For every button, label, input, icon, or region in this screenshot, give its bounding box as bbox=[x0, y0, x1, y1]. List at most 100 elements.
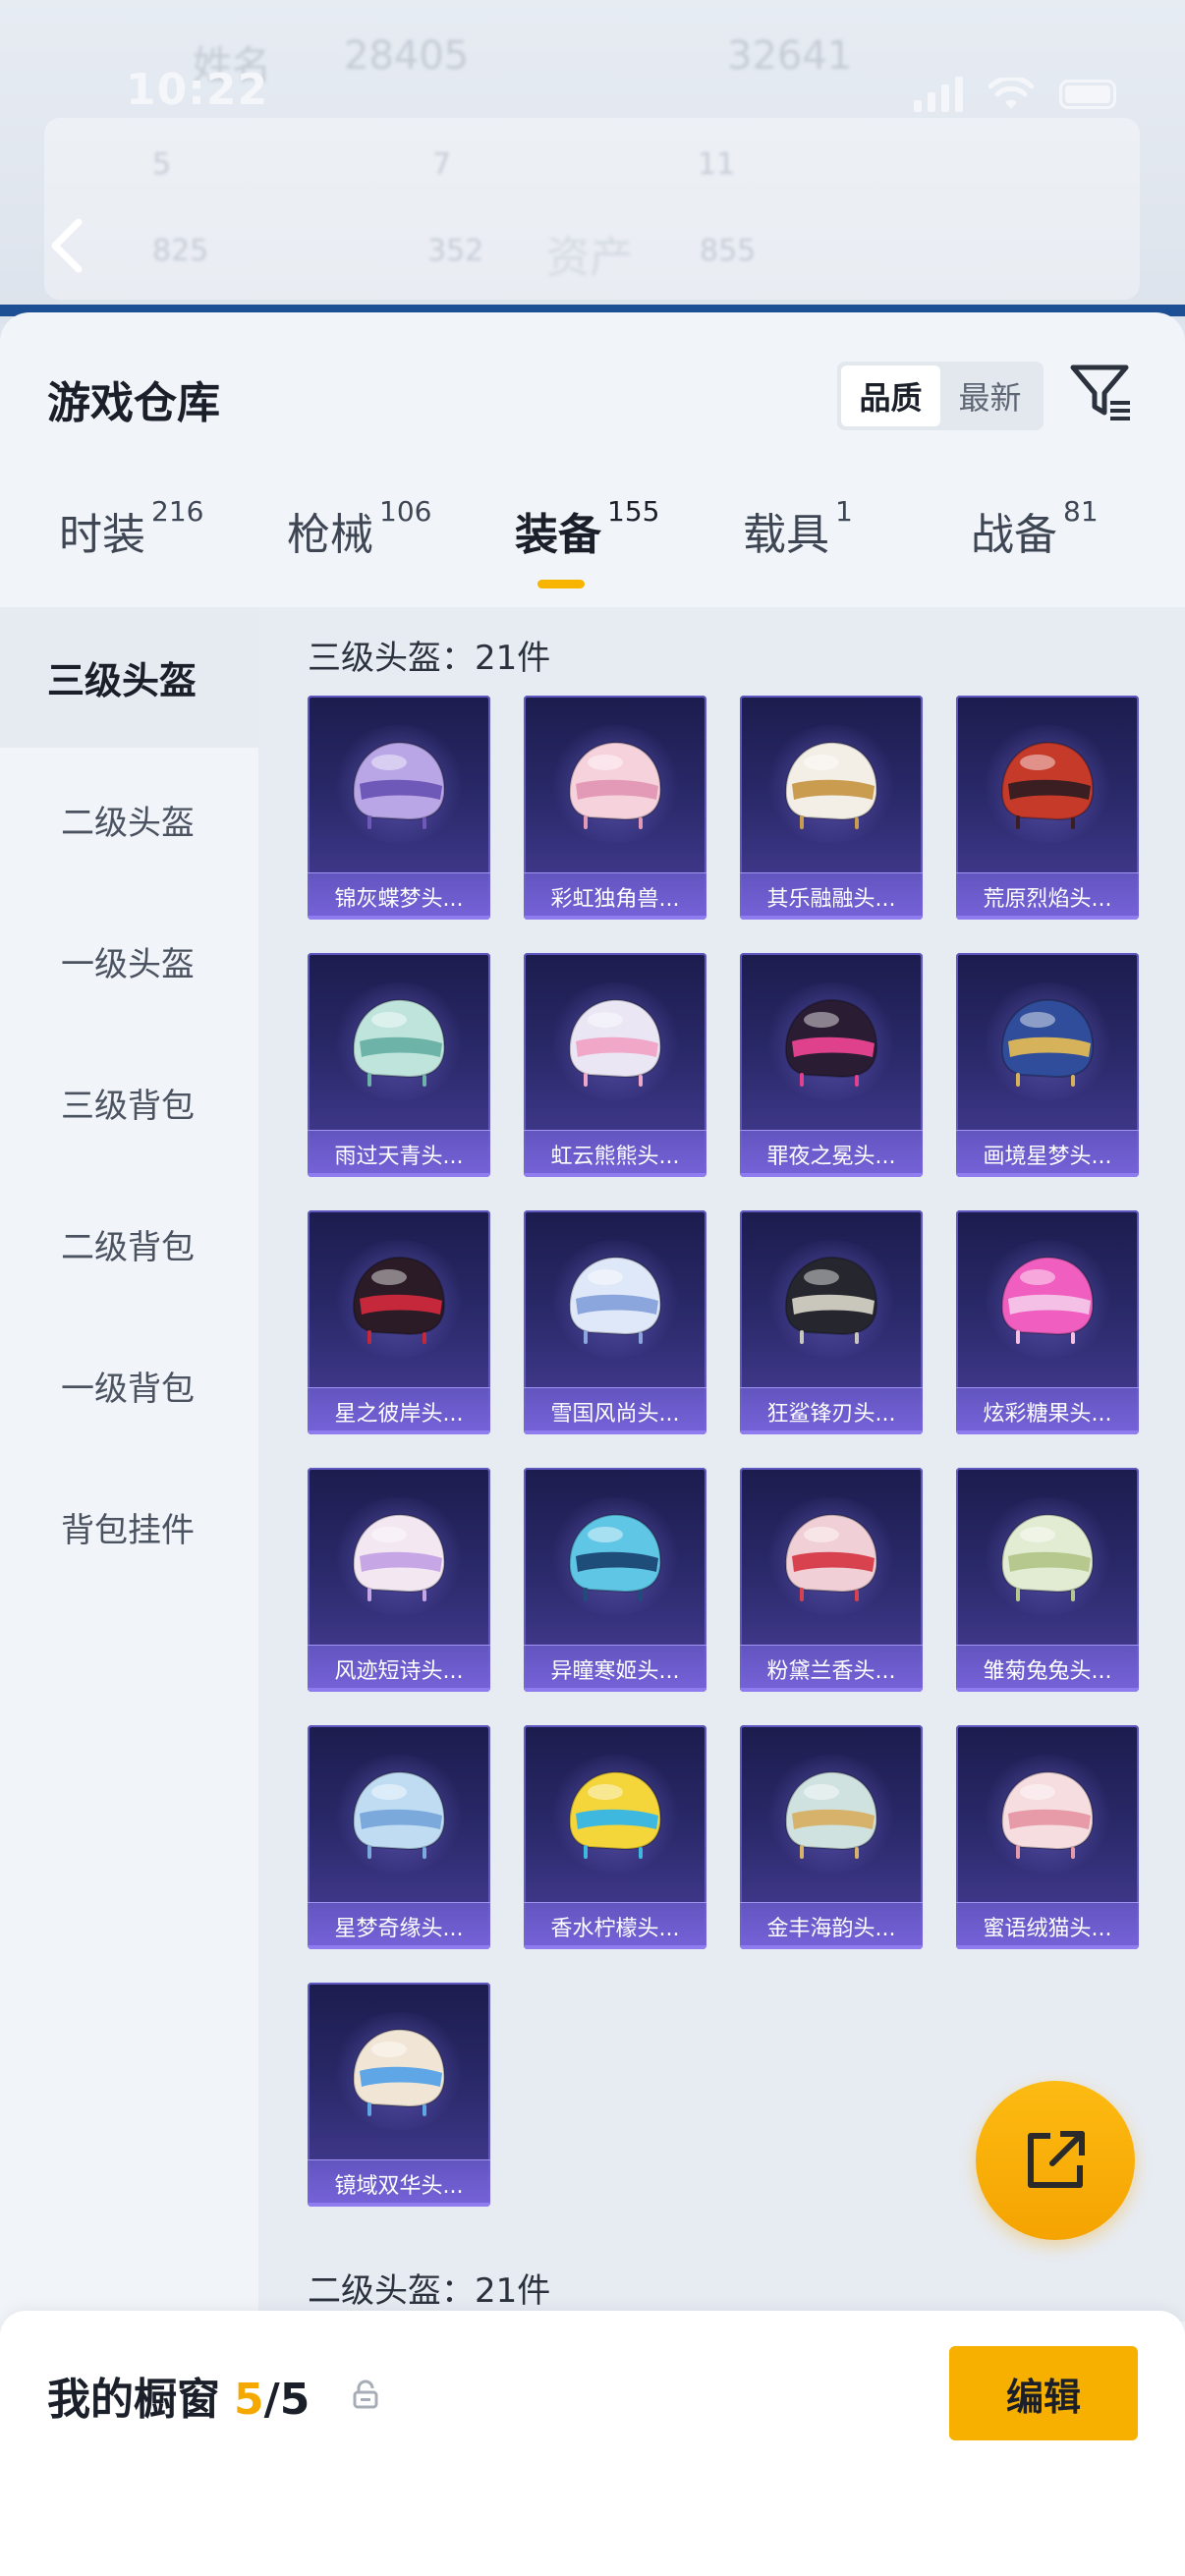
item-card[interactable]: 金丰海韵头... bbox=[740, 1725, 923, 1949]
tab-fashion[interactable]: 时装 216 bbox=[59, 495, 203, 562]
item-name: 星梦奇缘头... bbox=[308, 1902, 490, 1949]
helmet-icon bbox=[352, 1513, 446, 1601]
item-name: 画境星梦头... bbox=[956, 1130, 1139, 1177]
item-card[interactable]: 炫彩糖果头... bbox=[956, 1210, 1139, 1434]
background-text: 825 bbox=[152, 234, 209, 268]
tab-supplies[interactable]: 战备 81 bbox=[971, 495, 1099, 562]
card-bottom-line bbox=[740, 1173, 923, 1177]
showcase-bar: 我的橱窗 5 / 5 编辑 bbox=[0, 2311, 1185, 2576]
wifi-icon bbox=[988, 78, 1034, 109]
item-name: 虹云熊熊头... bbox=[524, 1130, 706, 1177]
sidebar-item-level3-helmet[interactable]: 三级头盔 bbox=[0, 607, 258, 748]
card-bottom-line bbox=[956, 1173, 1139, 1177]
helmet-icon bbox=[352, 1770, 446, 1859]
item-card[interactable]: 其乐融融头... bbox=[740, 696, 923, 920]
sidebar-item-level1-backpack[interactable]: 一级背包 bbox=[0, 1316, 258, 1456]
item-name: 其乐融融头... bbox=[740, 872, 923, 920]
helmet-icon bbox=[784, 741, 878, 829]
item-name: 炫彩糖果头... bbox=[956, 1387, 1139, 1434]
helmet-icon bbox=[568, 1256, 662, 1344]
item-name: 雏菊兔兔头... bbox=[956, 1645, 1139, 1692]
sort-option-quality[interactable]: 品质 bbox=[841, 365, 940, 426]
tab-vehicles[interactable]: 载具 1 bbox=[743, 495, 853, 562]
sort-option-newest[interactable]: 最新 bbox=[940, 365, 1040, 426]
item-card[interactable]: 星梦奇缘头... bbox=[308, 1725, 490, 1949]
item-card[interactable]: 狂鲨锋刃头... bbox=[740, 1210, 923, 1434]
battery-icon bbox=[1059, 80, 1116, 109]
card-bottom-line bbox=[740, 1945, 923, 1949]
tab-weapons[interactable]: 枪械 106 bbox=[287, 495, 431, 562]
item-card[interactable]: 雏菊兔兔头... bbox=[956, 1468, 1139, 1692]
card-bottom-line bbox=[524, 1688, 706, 1692]
item-card[interactable]: 香水柠檬头... bbox=[524, 1725, 706, 1949]
section-title: 二级头盔：21件 bbox=[308, 2271, 551, 2311]
item-card[interactable]: 罪夜之冕头... bbox=[740, 953, 923, 1177]
item-card[interactable]: 雪国风尚头... bbox=[524, 1210, 706, 1434]
item-name: 锦灰蝶梦头... bbox=[308, 872, 490, 920]
card-bottom-line bbox=[740, 1430, 923, 1434]
sidebar-item-level1-helmet[interactable]: 一级头盔 bbox=[0, 891, 258, 1032]
background-text: 7 bbox=[432, 147, 452, 182]
back-arrow-icon[interactable] bbox=[43, 216, 92, 275]
item-card[interactable]: 画境星梦头... bbox=[956, 953, 1139, 1177]
share-icon bbox=[1028, 2131, 1085, 2188]
card-bottom-line bbox=[308, 2203, 490, 2207]
tab-label: 载具 bbox=[743, 510, 829, 560]
card-bottom-line bbox=[524, 916, 706, 920]
card-bottom-line bbox=[956, 1688, 1139, 1692]
card-bottom-line bbox=[308, 1945, 490, 1949]
helmet-icon bbox=[1000, 741, 1095, 829]
showcase-label: 我的橱窗 bbox=[47, 2375, 220, 2425]
lock-icon bbox=[353, 2380, 378, 2409]
helmet-icon bbox=[784, 1513, 878, 1601]
item-card[interactable]: 锦灰蝶梦头... bbox=[308, 696, 490, 920]
item-card[interactable]: 粉黛兰香头... bbox=[740, 1468, 923, 1692]
background-text: 32641 bbox=[727, 33, 853, 79]
item-card[interactable]: 彩虹独角兽... bbox=[524, 696, 706, 920]
tab-label: 枪械 bbox=[287, 510, 373, 560]
tab-count: 106 bbox=[379, 495, 432, 528]
item-name: 镜域双华头... bbox=[308, 2159, 490, 2207]
card-bottom-line bbox=[308, 1688, 490, 1692]
item-card[interactable]: 虹云熊熊头... bbox=[524, 953, 706, 1177]
helmet-icon bbox=[1000, 1513, 1095, 1601]
item-name: 荒原烈焰头... bbox=[956, 872, 1139, 920]
background-text: 5 bbox=[152, 147, 172, 182]
item-card[interactable]: 风迹短诗头... bbox=[308, 1468, 490, 1692]
subcategory-sidebar: 三级头盔 二级头盔 一级头盔 三级背包 二级背包 一级背包 背包挂件 bbox=[0, 607, 258, 2576]
sidebar-item-level2-backpack[interactable]: 二级背包 bbox=[0, 1174, 258, 1315]
helmet-icon bbox=[1000, 998, 1095, 1087]
item-card[interactable]: 镜域双华头... bbox=[308, 1983, 490, 2207]
item-card[interactable]: 星之彼岸头... bbox=[308, 1210, 490, 1434]
tab-count: 216 bbox=[151, 495, 204, 528]
filter-icon[interactable] bbox=[1069, 360, 1134, 424]
background-text: 855 bbox=[700, 234, 757, 268]
warehouse-sheet: 游戏仓库 品质 最新 时装 216 枪械 106 装备 155 载具 1 战备 … bbox=[0, 312, 1185, 2576]
section-title: 三级头盔：21件 bbox=[308, 639, 551, 678]
item-card[interactable]: 蜜语绒猫头... bbox=[956, 1725, 1139, 1949]
helmet-icon bbox=[352, 741, 446, 829]
card-bottom-line bbox=[956, 1430, 1139, 1434]
edit-button[interactable]: 编辑 bbox=[949, 2346, 1138, 2440]
background-page: 姓名 28405 32641 5 7 11 825 352 资产 855 10:… bbox=[0, 0, 1185, 324]
tab-equipment[interactable]: 装备 155 bbox=[515, 495, 659, 562]
helmet-icon bbox=[1000, 1256, 1095, 1344]
item-card[interactable]: 荒原烈焰头... bbox=[956, 696, 1139, 920]
item-name: 粉黛兰香头... bbox=[740, 1645, 923, 1692]
item-card[interactable]: 雨过天青头... bbox=[308, 953, 490, 1177]
item-name: 罪夜之冕头... bbox=[740, 1130, 923, 1177]
category-tabs: 时装 216 枪械 106 装备 155 载具 1 战备 81 bbox=[0, 495, 1185, 607]
item-content: 三级头盔：21件 锦灰蝶梦头... 彩虹独角兽... 其乐融融头... 荒原烈焰头..… bbox=[258, 607, 1185, 2322]
item-name: 异瞳寒姬头... bbox=[524, 1645, 706, 1692]
item-name: 雪国风尚头... bbox=[524, 1387, 706, 1434]
sidebar-item-level3-backpack[interactable]: 三级背包 bbox=[0, 1033, 258, 1173]
showcase-current-count: 5 bbox=[234, 2375, 264, 2425]
active-tab-indicator bbox=[537, 580, 585, 588]
sidebar-item-backpack-charm[interactable]: 背包挂件 bbox=[0, 1457, 258, 1597]
showcase-label-group: 我的橱窗 5 / 5 bbox=[47, 2364, 310, 2427]
item-card[interactable]: 异瞳寒姬头... bbox=[524, 1468, 706, 1692]
showcase-max-count: 5 bbox=[279, 2375, 310, 2425]
item-name: 彩虹独角兽... bbox=[524, 872, 706, 920]
share-button[interactable] bbox=[976, 2081, 1135, 2240]
sidebar-item-level2-helmet[interactable]: 二级头盔 bbox=[0, 750, 258, 890]
